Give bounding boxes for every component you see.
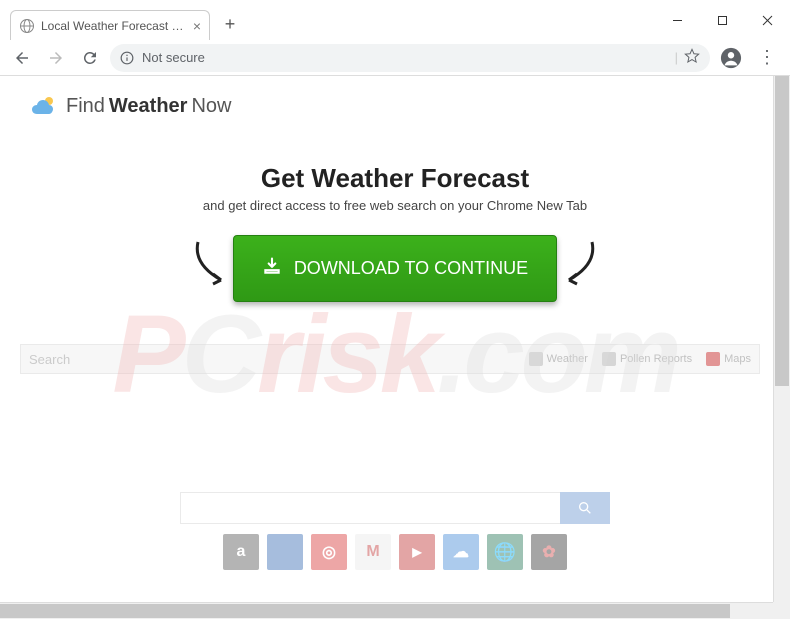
forward-button[interactable] (42, 44, 70, 72)
maximize-button[interactable] (700, 0, 745, 40)
vertical-scrollbar-thumb[interactable] (775, 76, 789, 386)
scrollbar-corner (773, 602, 790, 619)
cta-section: DOWNLOAD TO CONTINUE (20, 235, 770, 302)
logo-word-3: Now (191, 95, 231, 118)
security-info-icon[interactable] (120, 51, 134, 65)
vertical-scrollbar[interactable] (773, 76, 790, 602)
address-text: Not secure (142, 50, 669, 65)
download-icon (262, 256, 294, 281)
window-controls (655, 0, 790, 40)
close-tab-icon[interactable]: × (193, 18, 201, 34)
logo-word-2: Weather (109, 95, 188, 118)
arrow-left-icon (183, 234, 243, 294)
headline: Get Weather Forecast (20, 163, 770, 194)
reload-button[interactable] (76, 44, 104, 72)
weather-logo-icon (30, 94, 58, 118)
page-content: Find Weather Now Get Weather Forecast an… (0, 76, 790, 619)
cta-label: DOWNLOAD TO CONTINUE (294, 258, 528, 279)
divider: | (675, 50, 678, 65)
window-titlebar: Local Weather Forecast with acc × + (0, 0, 790, 40)
minimize-button[interactable] (655, 0, 700, 40)
menu-button[interactable]: ⋮ (752, 47, 782, 68)
close-window-button[interactable] (745, 0, 790, 40)
address-bar[interactable]: Not secure | (110, 44, 710, 72)
profile-button[interactable] (716, 43, 746, 73)
tab-title: Local Weather Forecast with acc (41, 19, 187, 33)
horizontal-scrollbar[interactable] (0, 602, 773, 619)
logo-word-1: Find (66, 95, 105, 118)
page-viewport: PCrisk.com Search Weather Pollen Reports… (0, 76, 790, 619)
horizontal-scrollbar-thumb[interactable] (0, 604, 730, 618)
arrow-right-icon (547, 234, 607, 294)
site-logo: Find Weather Now (20, 76, 770, 128)
browser-toolbar: Not secure | ⋮ (0, 40, 790, 76)
download-continue-button[interactable]: DOWNLOAD TO CONTINUE (233, 235, 557, 302)
globe-icon (19, 18, 35, 34)
browser-tab[interactable]: Local Weather Forecast with acc × (10, 10, 210, 40)
bookmark-star-icon[interactable] (684, 48, 700, 67)
subheadline: and get direct access to free web search… (20, 198, 770, 213)
new-tab-button[interactable]: + (216, 10, 244, 38)
back-button[interactable] (8, 44, 36, 72)
